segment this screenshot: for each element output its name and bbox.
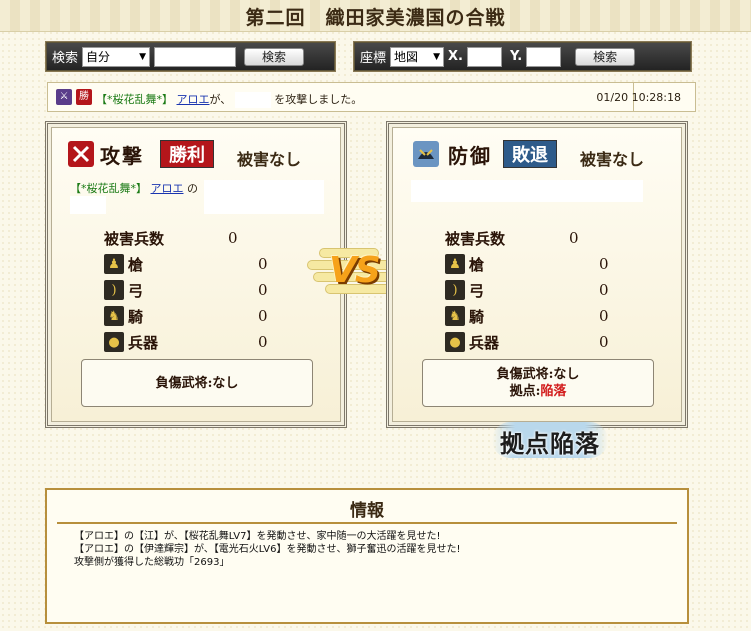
attacker-label: 攻撃 xyxy=(100,144,144,168)
unit-value: 0 xyxy=(599,333,609,351)
unit-value: 0 xyxy=(258,255,268,273)
info-log: 【アロエ】の【江】が、【桜花乱舞LV7】を発動させ、家中随一の大活躍を見せた! … xyxy=(74,530,460,569)
injured-generals-text: 負傷武将:なし xyxy=(496,367,580,382)
info-log-line: 【アロエ】の【伊達輝宗】が、【電光石火LV6】を発動させ、獅子奮迅の活躍を見せた… xyxy=(74,544,461,555)
unit-value: 0 xyxy=(599,307,609,325)
base-fallen-text: 陥落 xyxy=(540,384,567,399)
casualties-label: 被害兵数 xyxy=(445,229,506,248)
unit-label: 騎 xyxy=(128,307,144,326)
casualties-label: 被害兵数 xyxy=(104,229,165,248)
info-log-line: 攻撃側が獲得した総戦功「2693」 xyxy=(74,557,230,568)
spear-icon: ♟ xyxy=(104,254,124,274)
alliance-link[interactable]: 【*桜花乱舞*】 xyxy=(96,93,173,106)
coord-label: 座標 xyxy=(360,51,387,66)
attacker-unit-row: ● 兵器 0 xyxy=(104,330,294,354)
battle-message: 【*桜花乱舞*】 アロエが、 を攻撃しました。 xyxy=(96,92,363,108)
search-button[interactable]: 検索 xyxy=(244,47,305,66)
crossed-swords-icon xyxy=(68,141,94,167)
base-captured-text: 拠点陥落 xyxy=(500,429,600,458)
unit-label: 兵器 xyxy=(128,333,159,352)
chevron-down-icon: ▼ xyxy=(139,51,147,62)
y-coordinate-input[interactable] xyxy=(526,46,562,67)
defender-unit-row: ♟ 槍 0 xyxy=(445,252,635,276)
x-coordinate-input[interactable] xyxy=(466,46,502,67)
chevron-down-icon: ▼ xyxy=(433,51,441,62)
attack-icon: ⚔ xyxy=(56,89,72,105)
map-select[interactable]: 地図 ▼ xyxy=(390,46,445,67)
defender-label: 防御 xyxy=(448,144,492,168)
helmet-icon xyxy=(413,141,439,167)
title-bar: 第二回 織田家美濃国の合戦 xyxy=(0,0,751,32)
attacker-name: 【*桜花乱舞*】 アロエ の xyxy=(70,182,198,195)
spear-icon: ♟ xyxy=(445,254,465,274)
siege-weapon-icon: ● xyxy=(104,332,124,352)
base-status-line: 拠点:陥落 xyxy=(509,384,567,399)
attacker-player-link[interactable]: アロエ xyxy=(151,182,184,195)
map-select-value: 地図 xyxy=(394,50,419,64)
unit-label: 騎 xyxy=(469,307,485,326)
target-name-blank xyxy=(234,92,271,108)
unit-label: 弓 xyxy=(469,281,485,300)
search-input[interactable] xyxy=(154,46,237,67)
player-link[interactable]: アロエ xyxy=(177,93,210,106)
unit-value: 0 xyxy=(258,333,268,351)
victory-badge: 勝利 xyxy=(160,140,214,168)
info-log-line: 【アロエ】の【江】が、【桜花乱舞LV7】を発動させ、家中随一の大活躍を見せた! xyxy=(74,531,441,542)
siege-weapon-icon: ● xyxy=(445,332,465,352)
defender-panel: 防御 敗退 被害なし 被害兵数 0 ♟ 槍 0 ) 弓 0 ♞ 騎 0 ● 兵器… xyxy=(386,121,688,428)
x-label: X. xyxy=(448,49,463,64)
horse-icon: ♞ xyxy=(104,306,124,326)
defender-casualties-row: 被害兵数 0 xyxy=(445,226,635,250)
casualties-value: 0 xyxy=(569,229,579,247)
victory-icon: 勝 xyxy=(76,89,92,105)
attacker-unit-row: ♞ 騎 0 xyxy=(104,304,294,328)
attacker-unit-row: ) 弓 0 xyxy=(104,278,294,302)
attacker-casualties-row: 被害兵数 0 xyxy=(104,226,294,250)
divider xyxy=(57,522,677,524)
defender-unit-row: ♞ 騎 0 xyxy=(445,304,635,328)
unit-label: 槍 xyxy=(128,255,144,274)
search-bar: 検索 自分 ▼ 検索 xyxy=(45,41,336,72)
search-target-select[interactable]: 自分 ▼ xyxy=(82,46,151,67)
unit-label: 弓 xyxy=(128,281,144,300)
y-label: Y. xyxy=(509,49,523,64)
bow-icon: ) xyxy=(445,280,465,300)
base-captured-emblem: 拠点陥落 xyxy=(488,418,612,462)
attacker-target-blank xyxy=(204,180,324,214)
unit-label: 槍 xyxy=(469,255,485,274)
battle-timestamp: 01/20 10:28:18 xyxy=(596,91,681,104)
defender-unit-row: ) 弓 0 xyxy=(445,278,635,302)
info-panel: 情報 【アロエ】の【江】が、【桜花乱舞LV7】を発動させ、家中随一の大活躍を見せ… xyxy=(45,488,689,624)
attacker-alliance-link[interactable]: 【*桜花乱舞*】 xyxy=(70,182,147,195)
search-label: 検索 xyxy=(52,51,79,66)
attacker-unit-row: ♟ 槍 0 xyxy=(104,252,294,276)
unit-label: 兵器 xyxy=(469,333,500,352)
attacker-panel: 攻撃 勝利 被害なし 【*桜花乱舞*】 アロエ の 被害兵数 0 ♟ 槍 0 )… xyxy=(45,121,347,428)
defeat-badge: 敗退 xyxy=(503,140,557,168)
coord-search-button[interactable]: 検索 xyxy=(575,47,636,66)
page-title: 第二回 織田家美濃国の合戦 xyxy=(245,7,506,29)
coord-search-bar: 座標 地図 ▼ X. Y. 検索 xyxy=(353,41,692,72)
vs-text: VS xyxy=(329,250,381,291)
defender-name-blank xyxy=(411,180,643,202)
defender-damage-status: 被害なし xyxy=(580,150,645,169)
unit-value: 0 xyxy=(258,307,268,325)
injured-generals-text: 負傷武将:なし xyxy=(155,375,239,391)
unit-value: 0 xyxy=(599,281,609,299)
search-target-value: 自分 xyxy=(86,50,111,64)
attacker-injured-box: 負傷武将:なし xyxy=(81,359,313,407)
defender-injured-box: 負傷武将:なし 拠点:陥落 xyxy=(422,359,654,407)
bow-icon: ) xyxy=(104,280,124,300)
horse-icon: ♞ xyxy=(445,306,465,326)
unit-value: 0 xyxy=(258,281,268,299)
unit-value: 0 xyxy=(599,255,609,273)
attacker-damage-status: 被害なし xyxy=(237,150,302,169)
info-title: 情報 xyxy=(350,501,384,521)
attacker-general-blank xyxy=(70,196,106,214)
casualties-value: 0 xyxy=(228,229,238,247)
defender-unit-row: ● 兵器 0 xyxy=(445,330,635,354)
battle-message-row: ⚔ 勝 【*桜花乱舞*】 アロエが、 を攻撃しました。 01/20 10:28:… xyxy=(47,82,696,112)
